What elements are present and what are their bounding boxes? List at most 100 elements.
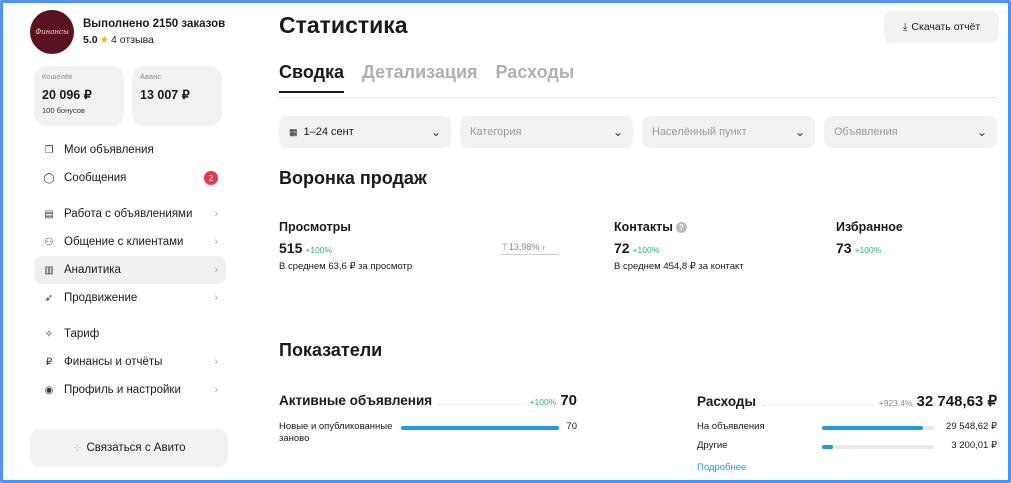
- filters: ▦ 1–24 сент ⌄ Категория ⌄ Населённый пун…: [279, 116, 997, 148]
- active-ads-label: Активные объявления: [279, 393, 433, 408]
- favorites-label: Избранное: [836, 220, 903, 234]
- expenses-ads-bar-fill: [822, 426, 923, 430]
- advance-value: 13 007 ₽: [140, 88, 190, 102]
- sidebar-item-label: Сообщения: [64, 172, 127, 184]
- contacts-value: 72: [614, 240, 630, 256]
- views-pct: +100%: [305, 245, 333, 255]
- users-icon: ⚇: [44, 236, 54, 248]
- orders-count: Выполнено 2150 заказов: [83, 18, 226, 30]
- copy-icon: ❐: [44, 144, 54, 156]
- chevron-down-icon: ⌄: [976, 125, 987, 139]
- rating-line[interactable]: 5.0 ★ 4 отзыва: [83, 34, 225, 46]
- avatar[interactable]: Финансы: [30, 10, 74, 54]
- expenses-value: 32 748,63 ₽: [916, 393, 997, 410]
- profile-card[interactable]: Финансы Выполнено 2150 заказов 5.0 ★ 4 отз…: [30, 8, 230, 56]
- active-ads-value: 70: [560, 392, 577, 409]
- avatar-logo-text: Финансы: [35, 28, 69, 36]
- sidebar-item-ad-work[interactable]: ▤ Работа с объявлениями ›: [34, 200, 226, 228]
- views-label: Просмотры: [279, 220, 351, 234]
- sidebar-item-analytics[interactable]: ▥ Аналитика ›: [34, 256, 226, 284]
- expenses-ads-label: На объявления: [697, 421, 765, 432]
- user-circle-icon: ◉: [44, 384, 54, 396]
- contact-avito-button[interactable]: ⁘ Связаться с Авито: [30, 429, 228, 467]
- wallet-card[interactable]: Кошелёк 20 096 ₽ 100 бонусов: [34, 66, 124, 126]
- sidebar-item-label: Финансы и отчёты: [64, 356, 163, 368]
- ads-filter-placeholder: Объявления: [834, 126, 898, 138]
- tabs: Сводка Детализация Расходы: [279, 62, 574, 93]
- ads-filter[interactable]: Объявления ⌄: [824, 116, 997, 148]
- sidebar-item-promotion[interactable]: ➶ Продвижение ›: [34, 284, 226, 312]
- expenses-label: Расходы: [697, 394, 757, 409]
- active-ads-row: Активные объявления +100% 70: [279, 392, 577, 409]
- download-report-button[interactable]: ⤓ Скачать отчёт: [884, 11, 999, 43]
- calendar-icon: ▦: [289, 126, 298, 137]
- city-filter[interactable]: Населённый пункт ⌄: [642, 116, 815, 148]
- city-filter-placeholder: Населённый пункт: [652, 126, 747, 138]
- favorites-value: 73: [836, 240, 852, 256]
- views-metric: Просмотры 515 +100% В среднем 63,6 ₽ за п…: [279, 220, 412, 272]
- views-avg: В среднем 63,6 ₽ за просмотр: [279, 261, 413, 272]
- category-filter[interactable]: Категория ⌄: [460, 116, 633, 148]
- wallet-value: 20 096 ₽: [42, 88, 92, 102]
- sidebar: Финансы Выполнено 2150 заказов 5.0 ★ 4 отз…: [30, 8, 230, 404]
- tabs-divider: [279, 97, 997, 98]
- active-ads-new-bar: [401, 426, 559, 430]
- sidebar-item-label: Мои объявления: [64, 144, 154, 156]
- active-ads-new-row: Новые и опубликованные заново 70: [279, 421, 577, 445]
- download-icon: ⤓: [902, 20, 908, 33]
- conversion-link[interactable]: ⊤13,98% ›: [501, 242, 559, 255]
- chevron-right-icon: ›: [214, 384, 218, 396]
- funnel-title: Воронка продаж: [279, 168, 427, 188]
- sidebar-nav: ❐ Мои объявления ◯ Сообщения 2 ▤ Работа …: [30, 136, 230, 404]
- indicators-title: Показатели: [279, 340, 383, 360]
- active-ads-new-label: Новые и опубликованные заново: [279, 421, 393, 444]
- chevron-down-icon: ⌄: [794, 125, 805, 139]
- expenses-pct: +923,4%: [878, 398, 913, 408]
- bar-chart-icon: ▥: [44, 264, 54, 276]
- chevron-down-icon: ⌄: [430, 125, 441, 139]
- sidebar-item-label: Профиль и настройки: [64, 384, 181, 396]
- sidebar-item-profile[interactable]: ◉ Профиль и настройки ›: [34, 376, 226, 404]
- tab-expenses[interactable]: Расходы: [496, 62, 575, 93]
- handshake-icon: ✧: [44, 328, 54, 340]
- advance-label: Аванс: [140, 72, 161, 81]
- contacts-pct: +100%: [632, 245, 660, 255]
- sidebar-item-clients[interactable]: ⚇ Общение с клиентами ›: [34, 228, 226, 256]
- contact-avito-label: Связаться с Авито: [86, 442, 186, 454]
- chat-bubble-icon: ◯: [43, 172, 55, 184]
- sidebar-item-label: Работа с объявлениями: [64, 208, 193, 220]
- tab-summary[interactable]: Сводка: [279, 62, 345, 93]
- chevron-right-icon: ›: [214, 236, 218, 248]
- expenses-other-value: 3 200,01 ₽: [951, 440, 997, 451]
- chevron-right-icon: ›: [214, 356, 218, 368]
- help-icon[interactable]: ?: [675, 222, 687, 233]
- avito-logo-icon: ⁘: [72, 441, 83, 455]
- expenses-other-bar: [822, 445, 934, 449]
- expenses-ads-row: На объявления 29 548,62 ₽: [697, 421, 997, 432]
- messages-badge: 2: [204, 171, 218, 185]
- chevron-right-icon: ›: [214, 264, 218, 276]
- conversion-value: 13,98%: [508, 242, 540, 252]
- sidebar-item-messages[interactable]: ◯ Сообщения 2: [34, 164, 226, 192]
- reviews-link[interactable]: 4 отзыва: [111, 34, 154, 46]
- category-filter-placeholder: Категория: [470, 126, 522, 138]
- wallets: Кошелёк 20 096 ₽ 100 бонусов Аванс 13 00…: [34, 66, 230, 126]
- chevron-right-icon: ›: [539, 242, 545, 252]
- sidebar-item-label: Продвижение: [64, 292, 138, 304]
- contacts-avg: В среднем 454,8 ₽ за контакт: [614, 261, 744, 272]
- expenses-more-link[interactable]: Подробнее: [697, 462, 746, 473]
- active-ads-new-value: 70: [566, 421, 577, 432]
- chevron-down-icon: ⌄: [612, 125, 623, 139]
- sidebar-item-tariff[interactable]: ✧ Тариф: [34, 320, 226, 348]
- expenses-other-row: Другие 3 200,01 ₽: [697, 440, 997, 451]
- date-filter[interactable]: ▦ 1–24 сент ⌄: [279, 116, 451, 148]
- sidebar-item-finance[interactable]: ₽ Финансы и отчёты ›: [34, 348, 226, 376]
- active-ads-pct: +100%: [529, 397, 557, 407]
- download-report-label: Скачать отчёт: [911, 21, 981, 33]
- date-filter-value: 1–24 сент: [303, 126, 354, 138]
- advance-card[interactable]: Аванс 13 007 ₽: [132, 66, 222, 126]
- rocket-icon: ➶: [44, 292, 54, 304]
- tab-details[interactable]: Детализация: [362, 62, 478, 93]
- sidebar-item-my-ads[interactable]: ❐ Мои объявления: [34, 136, 226, 164]
- sidebar-item-label: Общение с клиентами: [64, 236, 184, 248]
